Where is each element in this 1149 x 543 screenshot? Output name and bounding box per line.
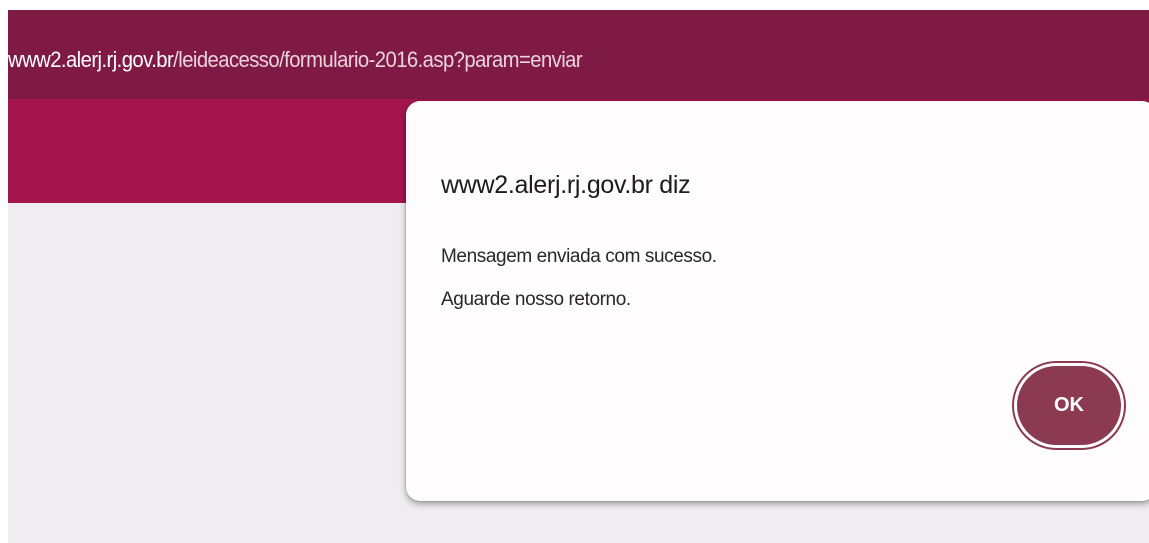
url-path: /leideacesso/formulario-2016.asp?param=e…	[173, 47, 583, 72]
dialog-title: www2.alerj.rj.gov.br diz	[441, 171, 691, 199]
ok-button[interactable]: OK	[1014, 363, 1124, 448]
address-bar[interactable]: www2.alerj.rj.gov.br/leideacesso/formula…	[8, 10, 1149, 99]
dialog-message: Mensagem enviada com sucesso. Aguarde no…	[441, 235, 717, 321]
alert-dialog: www2.alerj.rj.gov.br diz Mensagem enviad…	[406, 101, 1149, 501]
browser-frame: www2.alerj.rj.gov.br/leideacesso/formula…	[8, 10, 1149, 543]
dialog-message-line-2: Aguarde nosso retorno.	[441, 289, 631, 310]
url-host: www2.alerj.rj.gov.br	[8, 47, 174, 72]
dialog-message-line-1: Mensagem enviada com sucesso.	[441, 246, 717, 267]
url-text[interactable]: www2.alerj.rj.gov.br/leideacesso/formula…	[8, 47, 583, 73]
